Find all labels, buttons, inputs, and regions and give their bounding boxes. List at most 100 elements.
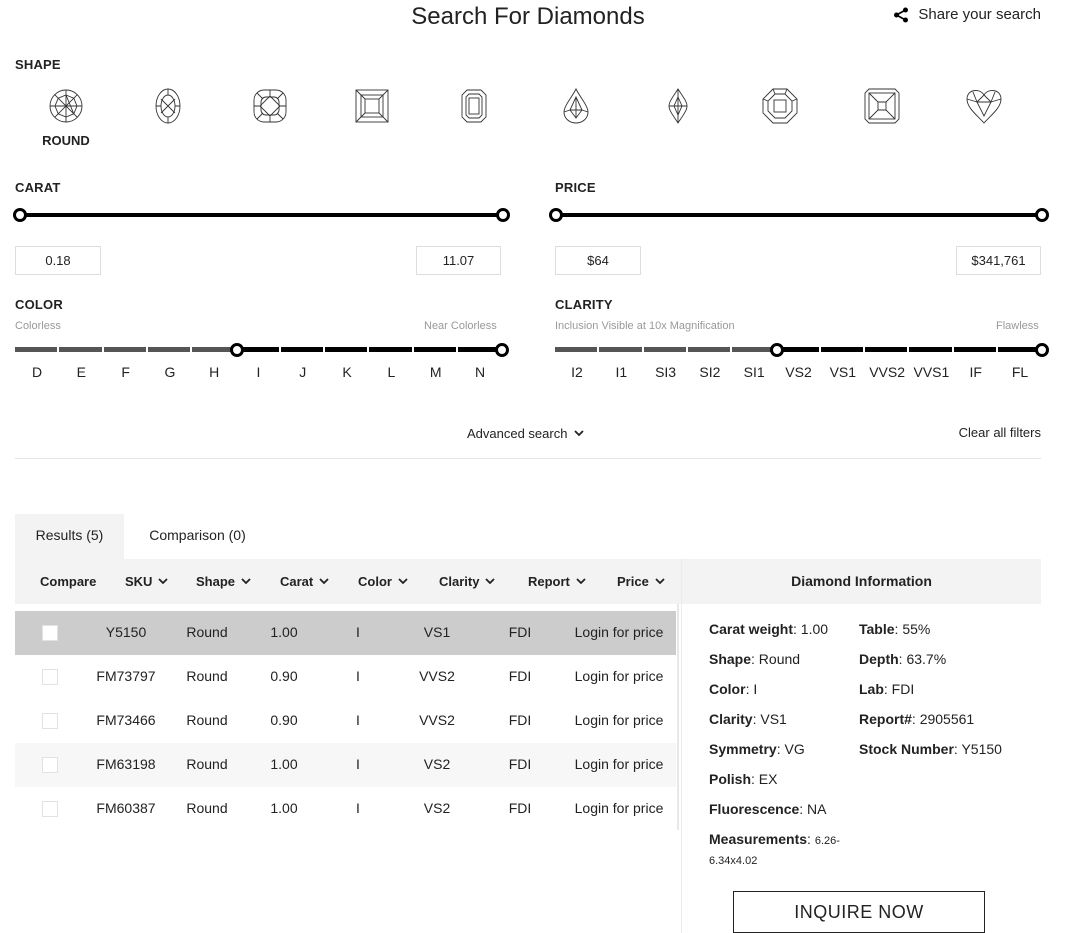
price-min-input[interactable]: $64 — [555, 246, 641, 275]
inquire-now-button[interactable]: INQUIRE NOW — [733, 891, 985, 933]
clarity-grade-segment[interactable] — [687, 347, 731, 352]
clarity-grade-segment[interactable] — [643, 347, 686, 352]
col-report[interactable]: Report — [528, 574, 586, 589]
table-row[interactable]: FM63198 Round 1.00 I VS2 FDI Login for p… — [15, 743, 676, 787]
pear-diamond-icon — [563, 88, 589, 124]
clarity-grade-label: VVS1 — [913, 364, 950, 380]
color-grade-segment[interactable] — [369, 347, 412, 352]
color-grade-segment[interactable] — [59, 347, 102, 352]
heart-diamond-icon — [966, 90, 1002, 124]
color-grade-segment[interactable] — [147, 347, 191, 352]
info-row: Shape: Round — [709, 651, 801, 667]
info-row: Symmetry: VG — [709, 741, 805, 757]
shape-heart[interactable] — [933, 88, 1035, 124]
color-grade-segment[interactable] — [280, 347, 324, 352]
row-report: FDI — [508, 800, 532, 816]
clarity-grade-segment[interactable] — [599, 347, 642, 352]
shape-pear[interactable] — [525, 88, 627, 124]
info-value: 2905561 — [919, 711, 975, 727]
row-color: I — [356, 800, 360, 816]
clarity-grade-segment[interactable] — [909, 347, 952, 352]
price-min-handle[interactable] — [549, 208, 563, 222]
clarity-grade-segment[interactable] — [865, 347, 908, 352]
compare-checkbox[interactable] — [42, 625, 58, 641]
info-row: Fluorescence: NA — [709, 801, 827, 817]
color-grade-label: E — [76, 364, 86, 380]
color-grade-segment[interactable] — [15, 347, 58, 352]
compare-checkbox[interactable] — [42, 669, 58, 685]
shape-princess[interactable] — [321, 88, 423, 124]
compare-checkbox[interactable] — [42, 801, 58, 817]
compare-checkbox[interactable] — [42, 713, 58, 729]
table-row[interactable]: FM60387 Round 1.00 I VS2 FDI Login for p… — [15, 787, 676, 831]
color-grade-segment[interactable] — [413, 347, 456, 352]
clarity-max-handle[interactable] — [1035, 343, 1050, 357]
carat-max-handle[interactable] — [496, 208, 510, 222]
table-scrollbar[interactable] — [677, 604, 679, 830]
color-slider[interactable] — [15, 343, 510, 357]
info-row: Table: 55% — [859, 621, 931, 637]
shape-marquise[interactable] — [627, 88, 729, 124]
carat-min-handle[interactable] — [13, 208, 27, 222]
tab-results[interactable]: Results (5) — [15, 514, 124, 559]
price-max-handle[interactable] — [1035, 208, 1049, 222]
shape-emerald[interactable] — [423, 88, 525, 124]
chevron-down-icon — [319, 578, 329, 585]
clarity-grade-segment[interactable] — [998, 347, 1041, 352]
col-compare: Compare — [40, 574, 97, 589]
row-report: FDI — [508, 712, 532, 728]
col-carat[interactable]: Carat — [280, 574, 329, 589]
info-row: Lab: FDI — [859, 681, 915, 697]
col-clarity[interactable]: Clarity — [439, 574, 496, 589]
tab-comparison[interactable]: Comparison (0) — [130, 514, 265, 559]
share-search-button[interactable]: Share your search — [893, 6, 1041, 23]
col-sku[interactable]: SKU — [125, 574, 169, 589]
clarity-grade-segment[interactable] — [732, 347, 775, 352]
shape-oval[interactable] — [117, 88, 219, 124]
row-sku: FM60387 — [96, 800, 156, 816]
table-row[interactable]: FM73797 Round 0.90 I VVS2 FDI Login for … — [15, 655, 676, 699]
clarity-grade-segment[interactable] — [953, 347, 996, 352]
clarity-grade-label: I1 — [615, 364, 628, 380]
table-row[interactable]: Y5150 Round 1.00 I VS1 FDI Login for pri… — [15, 611, 676, 655]
shape-radiant[interactable] — [831, 88, 933, 124]
color-grade-segment[interactable] — [103, 347, 146, 352]
shape-asscher[interactable] — [729, 88, 831, 124]
color-grade-label: L — [387, 364, 396, 380]
color-min-handle[interactable] — [229, 343, 244, 357]
clarity-slider[interactable] — [555, 343, 1050, 357]
color-grade-label: D — [31, 364, 43, 380]
carat-slider[interactable] — [13, 208, 510, 222]
shape-cushion[interactable] — [219, 88, 321, 124]
col-color[interactable]: Color — [358, 574, 408, 589]
selected-shape-label: ROUND — [42, 133, 90, 148]
color-grade-segment[interactable] — [192, 347, 235, 352]
clarity-min-handle[interactable] — [769, 343, 784, 357]
color-max-handle[interactable] — [495, 343, 510, 357]
color-grade-segment[interactable] — [458, 347, 501, 352]
price-max-input[interactable]: $341,761 — [956, 246, 1041, 275]
advanced-search-toggle[interactable]: Advanced search — [467, 426, 585, 441]
row-sku: FM63198 — [96, 756, 156, 772]
carat-max-input[interactable]: 11.07 — [416, 246, 501, 275]
clarity-grade-label: VS2 — [785, 364, 812, 380]
col-shape[interactable]: Shape — [196, 574, 251, 589]
table-row[interactable]: FM73466 Round 0.90 I VVS2 FDI Login for … — [15, 699, 676, 743]
clarity-grade-segment[interactable] — [555, 347, 598, 352]
clarity-grade-segment[interactable] — [820, 347, 864, 352]
info-label: Stock Number — [859, 741, 954, 757]
color-grade-segment[interactable] — [325, 347, 368, 352]
col-price[interactable]: Price — [617, 574, 665, 589]
carat-min-input[interactable]: 0.18 — [15, 246, 101, 275]
price-slider[interactable] — [549, 208, 1049, 222]
row-shape: Round — [186, 800, 228, 816]
clear-all-filters-button[interactable]: Clear all filters — [959, 425, 1041, 440]
row-color: I — [356, 668, 360, 684]
price-track — [555, 213, 1043, 217]
compare-checkbox[interactable] — [42, 757, 58, 773]
info-row: Depth: 63.7% — [859, 651, 947, 667]
shape-round[interactable]: ROUND — [15, 88, 117, 148]
row-shape: Round — [186, 624, 228, 640]
shape-label: SHAPE — [15, 57, 61, 72]
carat-track — [19, 213, 504, 217]
